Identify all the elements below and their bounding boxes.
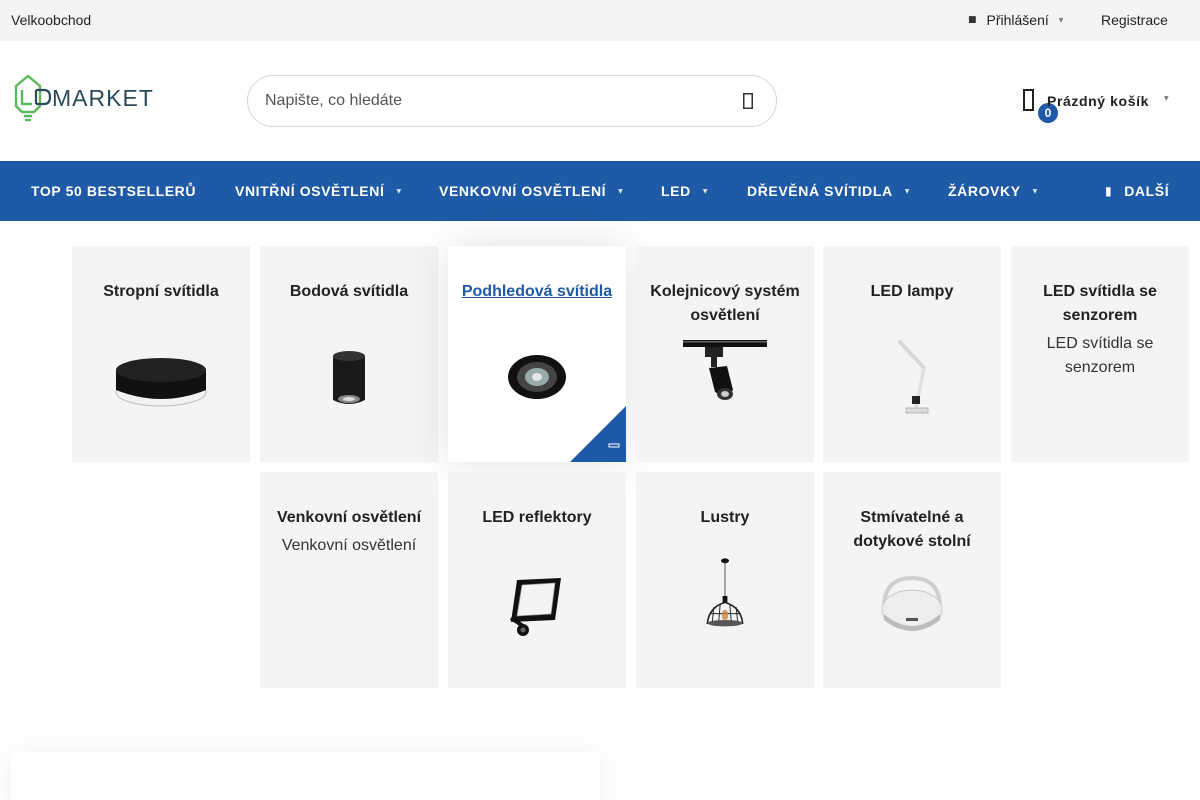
corner-arrow-icon	[570, 406, 626, 462]
category-tile-recessed-lights[interactable]: Podhledová svítidla	[448, 246, 626, 462]
track-light-image	[683, 340, 767, 400]
chevron-down-icon: ▼	[396, 187, 402, 195]
nav-item-label: DŘEVĚNÁ SVÍTIDLA	[747, 183, 893, 199]
cart-label: Prázdný košík	[1047, 93, 1149, 109]
category-tile-led-floodlights[interactable]: LED reflektory	[448, 472, 626, 688]
category-tile-sensor-lights[interactable]: LED svítidla se senzorem LED svítidla se…	[1011, 246, 1189, 462]
category-tile-outdoor-lighting[interactable]: Venkovní osvětlení Venkovní osvětlení	[260, 472, 438, 688]
chevron-down-icon: ▼	[1164, 95, 1169, 102]
search-box	[247, 75, 777, 127]
chandelier-image	[706, 558, 744, 627]
category-title: Stropní svítidla	[103, 283, 219, 300]
category-title: LED svítidla se senzorem	[1043, 283, 1157, 324]
category-tile-ceiling-lights[interactable]: Stropní svítidla	[72, 246, 250, 462]
nav-item-indoor-lighting[interactable]: VNITŘNÍ OSVĚTLENÍ ▼	[235, 183, 402, 199]
search-input[interactable]	[265, 88, 705, 114]
nav-item-outdoor-lighting[interactable]: VENKOVNÍ OSVĚTLENÍ ▼	[439, 183, 623, 199]
cart-icon	[1023, 89, 1034, 111]
content-card	[11, 752, 600, 800]
user-icon: ■	[968, 15, 977, 25]
nav-more-button[interactable]: ▮ DALŠÍ	[1105, 183, 1169, 199]
nav-item-led[interactable]: LED ▼	[661, 183, 708, 199]
category-title: Podhledová svítidla	[461, 283, 613, 300]
chevron-down-icon: ▼	[904, 187, 910, 195]
category-tile-chandeliers[interactable]: Lustry	[636, 472, 814, 688]
chevron-down-icon: ▼	[702, 187, 709, 195]
ceiling-light-image	[115, 358, 207, 407]
category-title: Venkovní osvětlení	[276, 509, 422, 526]
broken-image-alt: LED svítidla se senzorem	[1046, 335, 1154, 376]
login-button[interactable]: ■ Přihlášení ▼	[968, 12, 1063, 28]
chevron-down-icon: ▼	[1058, 16, 1064, 24]
menu-icon: ▮	[1105, 184, 1113, 198]
nav-item-wooden-lights[interactable]: DŘEVĚNÁ SVÍTIDLA ▼	[747, 183, 910, 199]
category-title: Bodová svítidla	[289, 283, 409, 300]
category-tile-spot-lights[interactable]: Bodová svítidla	[260, 246, 438, 462]
recessed-light-image	[508, 355, 566, 399]
search-icon[interactable]	[738, 91, 758, 111]
cart-button[interactable]: 0 Prázdný košík ▼	[1020, 86, 1180, 123]
broken-image-alt: Venkovní osvětlení	[281, 537, 417, 554]
logo-text: MARKET	[52, 85, 154, 111]
chevron-down-icon: ▼	[1032, 187, 1038, 195]
category-tile-dimmable-table-lamps[interactable]: Stmívatelné a dotykové stolní	[823, 472, 1001, 688]
nav-item-label: VENKOVNÍ OSVĚTLENÍ	[439, 183, 607, 199]
floodlight-image	[509, 578, 561, 636]
spot-light-image	[333, 351, 365, 404]
site-logo[interactable]: MARKET	[14, 74, 166, 122]
register-link[interactable]: Registrace	[1101, 12, 1168, 28]
nav-item-label: LED	[661, 183, 691, 199]
nav-item-bulbs[interactable]: ŽÁROVKY ▼	[948, 183, 1038, 199]
desk-lamp-image	[898, 340, 929, 414]
category-title: Lustry	[700, 509, 750, 526]
main-navigation: TOP 50 BESTSELLERŮ VNITŘNÍ OSVĚTLENÍ ▼ V…	[0, 161, 1200, 221]
nav-item-label: ŽÁROVKY	[948, 183, 1021, 199]
category-title: LED lampy	[870, 283, 954, 300]
nav-item-label: VNITŘNÍ OSVĚTLENÍ	[235, 183, 385, 199]
top-bar: Velkoobchod ■ Přihlášení ▼ Registrace	[0, 0, 1200, 41]
login-label: Přihlášení	[986, 12, 1049, 28]
wholesale-link[interactable]: Velkoobchod	[11, 12, 91, 28]
category-tile-track-lights[interactable]: Kolejnicový systém osvětlení	[636, 246, 814, 462]
nav-item-label: TOP 50 BESTSELLERŮ	[31, 183, 197, 199]
chevron-down-icon: ▼	[618, 187, 624, 195]
nav-item-top50[interactable]: TOP 50 BESTSELLERŮ	[31, 183, 196, 199]
table-lamp-image	[881, 575, 943, 631]
category-title: LED reflektory	[482, 509, 592, 526]
nav-more-label: DALŠÍ	[1124, 183, 1170, 199]
category-tile-led-lamps[interactable]: LED lampy	[823, 246, 1001, 462]
category-title: Stmívatelné a dotykové stolní	[853, 509, 971, 550]
category-title: Kolejnicový systém osvětlení	[650, 283, 800, 324]
